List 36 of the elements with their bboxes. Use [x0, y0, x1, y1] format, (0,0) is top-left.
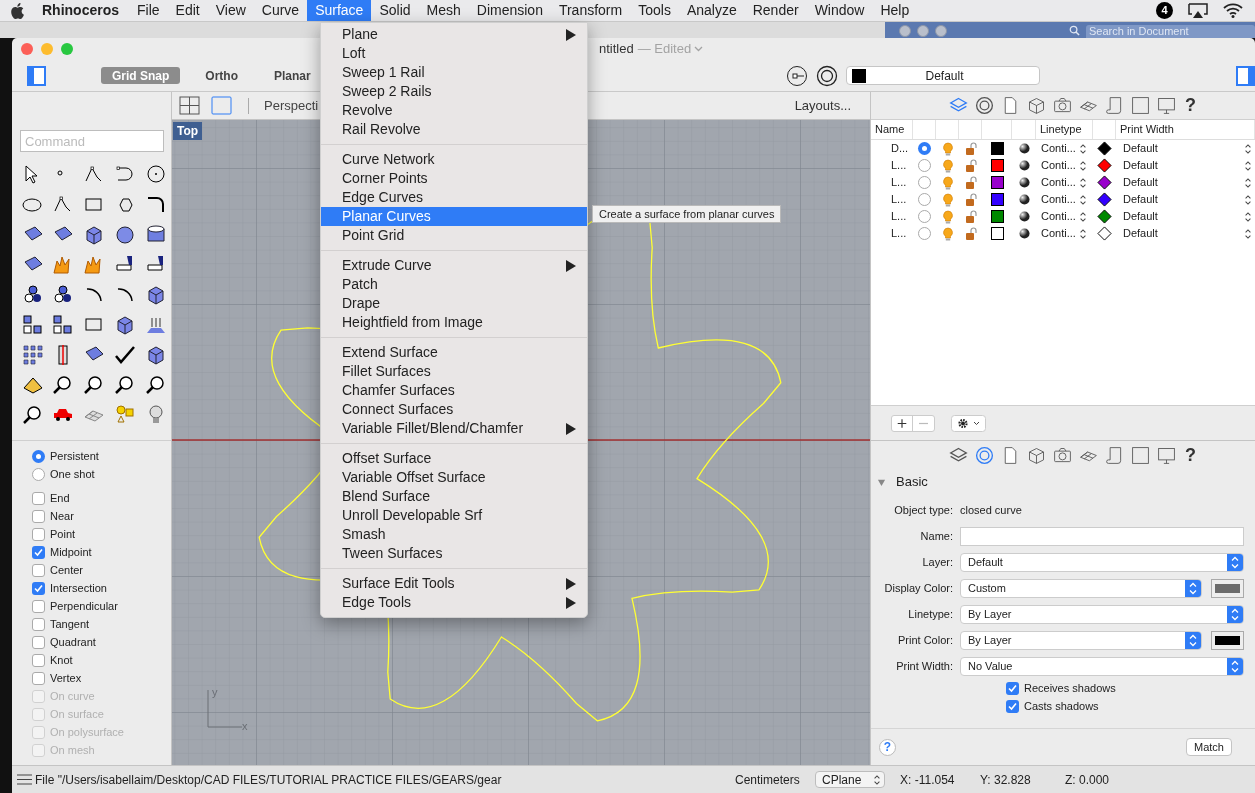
checkbox-label: Midpoint — [50, 544, 92, 560]
checkbox-label: Knot — [50, 652, 73, 668]
y-coordinate: Y: 32.828 — [980, 771, 1032, 789]
field-label: Name: — [919, 528, 953, 544]
field-label: Object type: — [893, 502, 953, 518]
radio-label: One shot — [50, 466, 95, 482]
object-type-value: closed curve — [960, 502, 1022, 518]
checkbox-label: On surface — [50, 706, 104, 722]
checkbox-label: Point — [50, 526, 76, 542]
checkbox-label: Vertex — [50, 670, 82, 686]
checkbox-label: Casts shadows — [1024, 698, 1099, 714]
checkbox-label: On curve — [50, 688, 95, 704]
x-coordinate: X: -11.054 — [900, 771, 956, 789]
field-label: Layer: — [921, 554, 953, 570]
checkbox-label: Center — [50, 562, 84, 578]
z-coordinate: Z: 0.000 — [1065, 771, 1111, 789]
radio-label: Persistent — [50, 448, 99, 464]
field-label: Display Color: — [883, 580, 953, 596]
checkbox-label: Perpendicular — [50, 598, 118, 614]
checkbox-label: Tangent — [50, 616, 90, 632]
checkbox-label: Receives shadows — [1024, 680, 1116, 696]
checkbox-label: Near — [50, 508, 74, 524]
tooltip: Create a surface from planar curves — [592, 205, 782, 223]
field-label: Print Color: — [896, 632, 953, 648]
checkbox-label: On mesh — [50, 742, 95, 758]
units-label: Centimeters — [735, 771, 801, 789]
checkbox-label: On polysurface — [50, 724, 124, 740]
field-label: Linetype: — [907, 606, 953, 622]
window-title: ntitled — [599, 40, 634, 59]
checkbox-label: End — [50, 490, 70, 506]
checkbox-label: Intersection — [50, 580, 107, 596]
file-path: File "/Users/isabellaim/Desktop/CAD FILES/TUTORIAL PRACTICE FILES/GEARS/gear — [35, 771, 503, 789]
layer-name: Default — [924, 67, 965, 85]
edited-status: — Edited — [637, 40, 692, 59]
checkbox-label: Quadrant — [50, 634, 96, 650]
field-label: Print Width: — [895, 658, 953, 674]
